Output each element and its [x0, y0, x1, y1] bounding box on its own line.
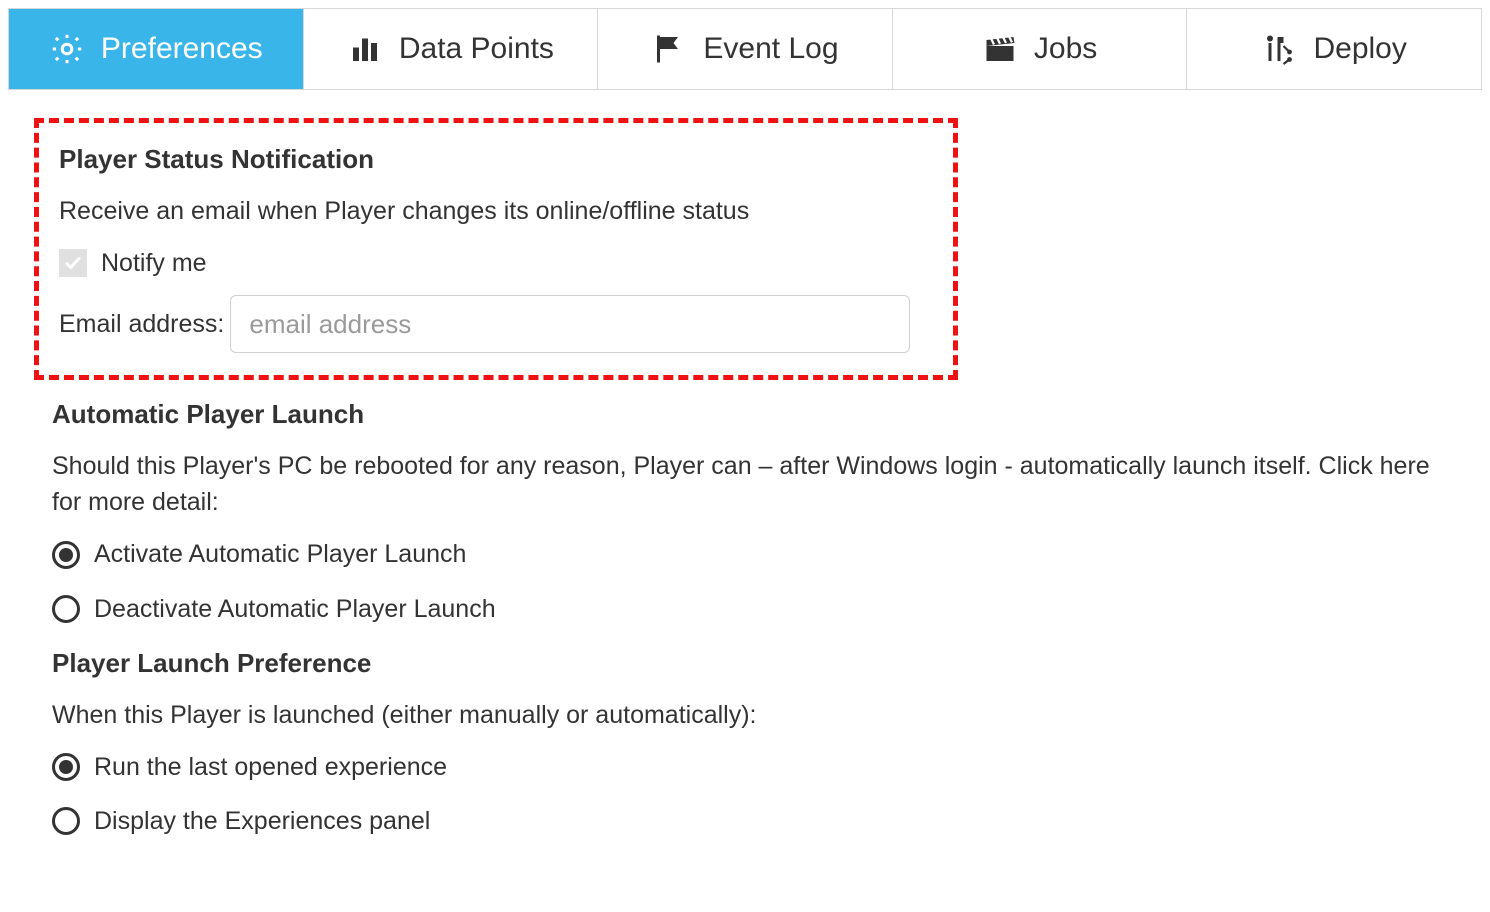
if-deploy-icon [1261, 31, 1297, 67]
tab-deploy[interactable]: Deploy [1187, 9, 1481, 89]
bar-chart-icon [347, 31, 383, 67]
check-icon [64, 254, 82, 272]
notify-me-label: Notify me [101, 245, 207, 281]
section-desc: Should this Player's PC be rebooted for … [52, 448, 1438, 521]
section-desc: When this Player is launched (either man… [52, 697, 1438, 733]
preferences-panel: Player Status Notification Receive an em… [0, 90, 1490, 877]
tab-bar: Preferences Data Points Event Log [8, 8, 1482, 90]
tab-label: Preferences [101, 32, 263, 66]
notify-me-checkbox[interactable] [59, 249, 87, 277]
automatic-player-launch-section: Automatic Player Launch Should this Play… [52, 396, 1438, 627]
player-status-notification-section: Player Status Notification Receive an em… [34, 118, 958, 380]
tab-preferences[interactable]: Preferences [9, 9, 304, 89]
section-desc: Receive an email when Player changes its… [59, 193, 933, 229]
section-title: Player Status Notification [59, 141, 933, 179]
clapper-icon [982, 31, 1018, 67]
tab-event-log[interactable]: Event Log [598, 9, 893, 89]
tab-label: Deploy [1313, 32, 1406, 66]
section-title: Player Launch Preference [52, 645, 1438, 683]
radio-label: Activate Automatic Player Launch [94, 536, 466, 572]
radio-activate-auto-launch[interactable] [52, 541, 80, 569]
radio-display-experiences-panel[interactable] [52, 807, 80, 835]
section-title: Automatic Player Launch [52, 396, 1438, 434]
gear-icon [49, 31, 85, 67]
radio-deactivate-auto-launch[interactable] [52, 595, 80, 623]
email-label: Email address: [59, 306, 224, 342]
flag-icon [651, 31, 687, 67]
tab-label: Event Log [703, 32, 838, 66]
email-input[interactable] [230, 295, 910, 353]
tab-label: Jobs [1034, 32, 1097, 66]
tab-label: Data Points [399, 32, 554, 66]
radio-label: Display the Experiences panel [94, 803, 430, 839]
player-launch-preference-section: Player Launch Preference When this Playe… [52, 645, 1438, 839]
tab-jobs[interactable]: Jobs [893, 9, 1188, 89]
radio-label: Run the last opened experience [94, 749, 447, 785]
radio-run-last-experience[interactable] [52, 753, 80, 781]
radio-label: Deactivate Automatic Player Launch [94, 591, 496, 627]
tab-data-points[interactable]: Data Points [304, 9, 599, 89]
